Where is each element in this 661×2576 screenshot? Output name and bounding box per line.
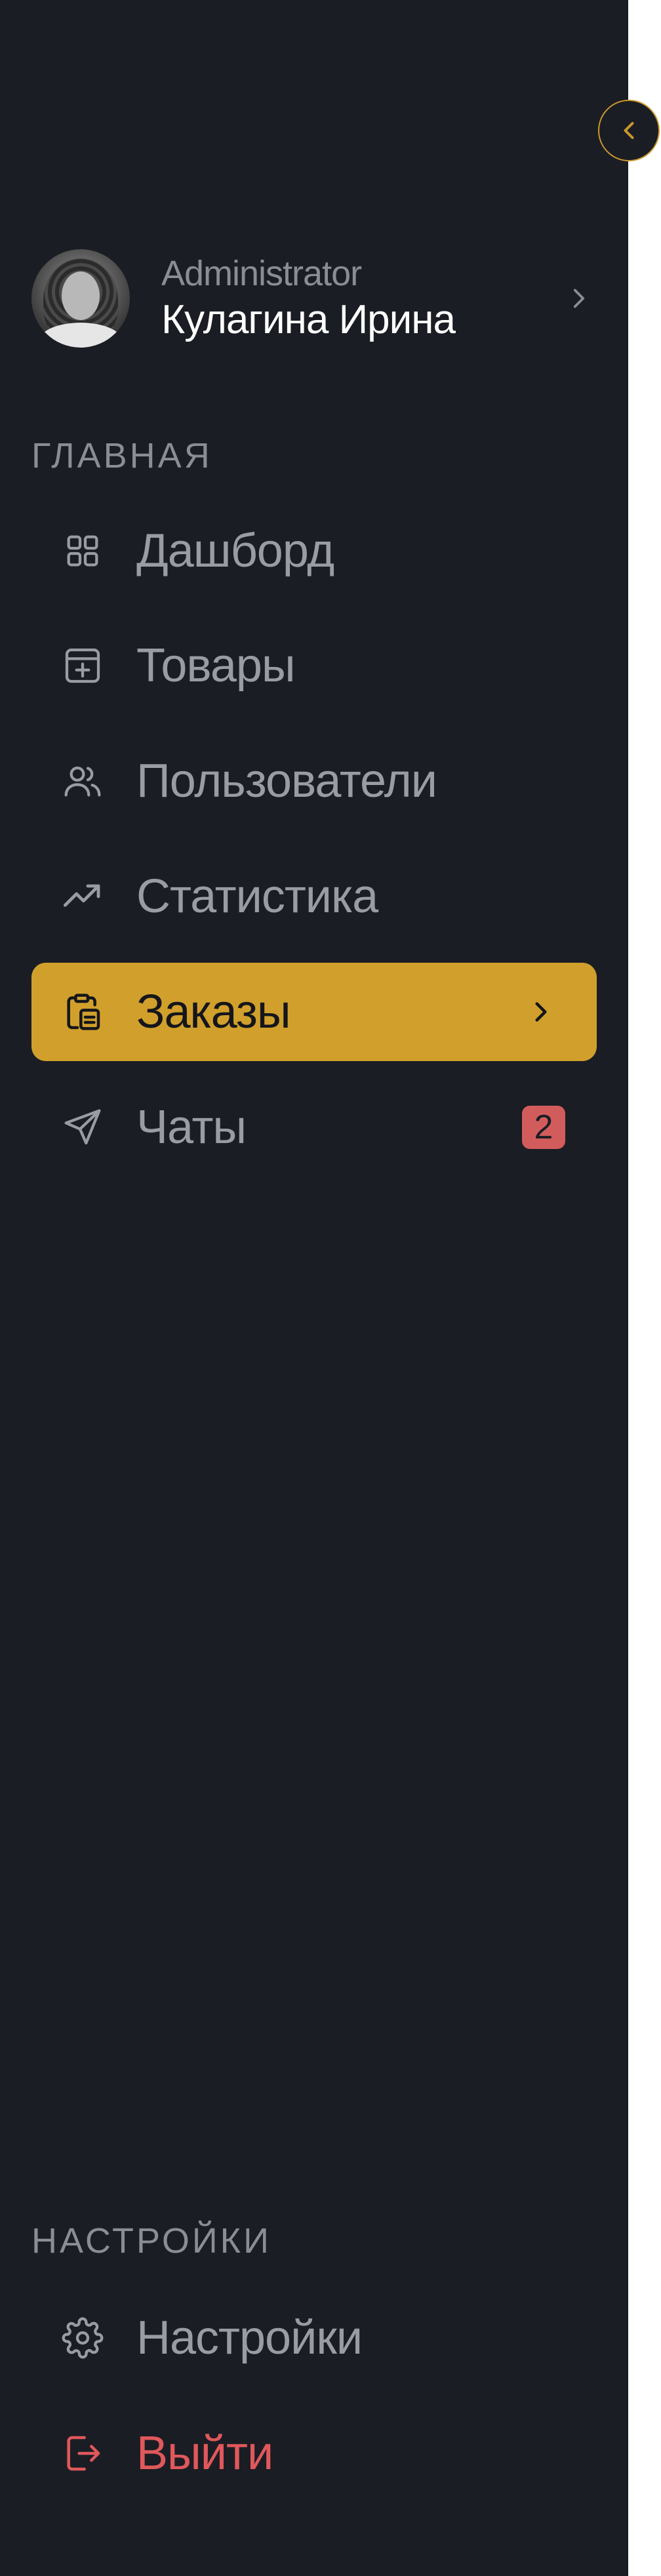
sidebar: Administrator Кулагина Ирина ГЛАВНАЯ Даш… <box>0 0 628 2576</box>
profile-role: Administrator <box>161 254 362 293</box>
section-title-settings: НАСТРОЙКИ <box>31 2221 271 2261</box>
nav-item-users[interactable]: Пользователи <box>31 732 597 830</box>
avatar <box>31 249 130 348</box>
nav-item-label: Настройки <box>136 2312 363 2364</box>
collapse-sidebar-button[interactable] <box>598 100 660 161</box>
logout-icon <box>62 2432 104 2474</box>
chevron-left-icon <box>614 116 643 145</box>
nav-item-label: Дашборд <box>136 525 334 577</box>
nav-item-dashboard[interactable]: Дашборд <box>31 502 597 600</box>
nav-item-statistics[interactable]: Статистика <box>31 847 597 946</box>
users-icon <box>62 760 104 802</box>
section-title-main: ГЛАВНАЯ <box>31 436 212 475</box>
nav-item-label: Выйти <box>136 2427 273 2480</box>
nav-item-orders[interactable]: Заказы <box>31 963 597 1061</box>
nav-item-logout[interactable]: Выйти <box>31 2404 597 2503</box>
nav-item-label: Товары <box>136 639 296 692</box>
profile-name: Кулагина Ирина <box>161 297 456 342</box>
trending-up-icon <box>62 875 104 917</box>
grid-icon <box>62 530 104 572</box>
gear-icon <box>62 2317 104 2359</box>
profile-card[interactable]: Administrator Кулагина Ирина <box>31 249 595 348</box>
chevron-right-icon <box>525 996 557 1028</box>
chevron-right-icon <box>563 282 595 315</box>
box-plus-icon <box>62 645 104 687</box>
nav-item-label: Пользователи <box>136 755 437 807</box>
nav-item-settings[interactable]: Настройки <box>31 2289 597 2387</box>
unread-badge: 2 <box>522 1106 565 1149</box>
nav-item-label: Чаты <box>136 1101 247 1154</box>
nav-item-label: Статистика <box>136 870 378 923</box>
clipboard-icon <box>62 991 104 1033</box>
nav-item-chats[interactable]: Чаты 2 <box>31 1078 597 1177</box>
nav-item-label: Заказы <box>136 986 291 1038</box>
nav-item-products[interactable]: Товары <box>31 616 597 715</box>
send-icon <box>62 1106 104 1148</box>
